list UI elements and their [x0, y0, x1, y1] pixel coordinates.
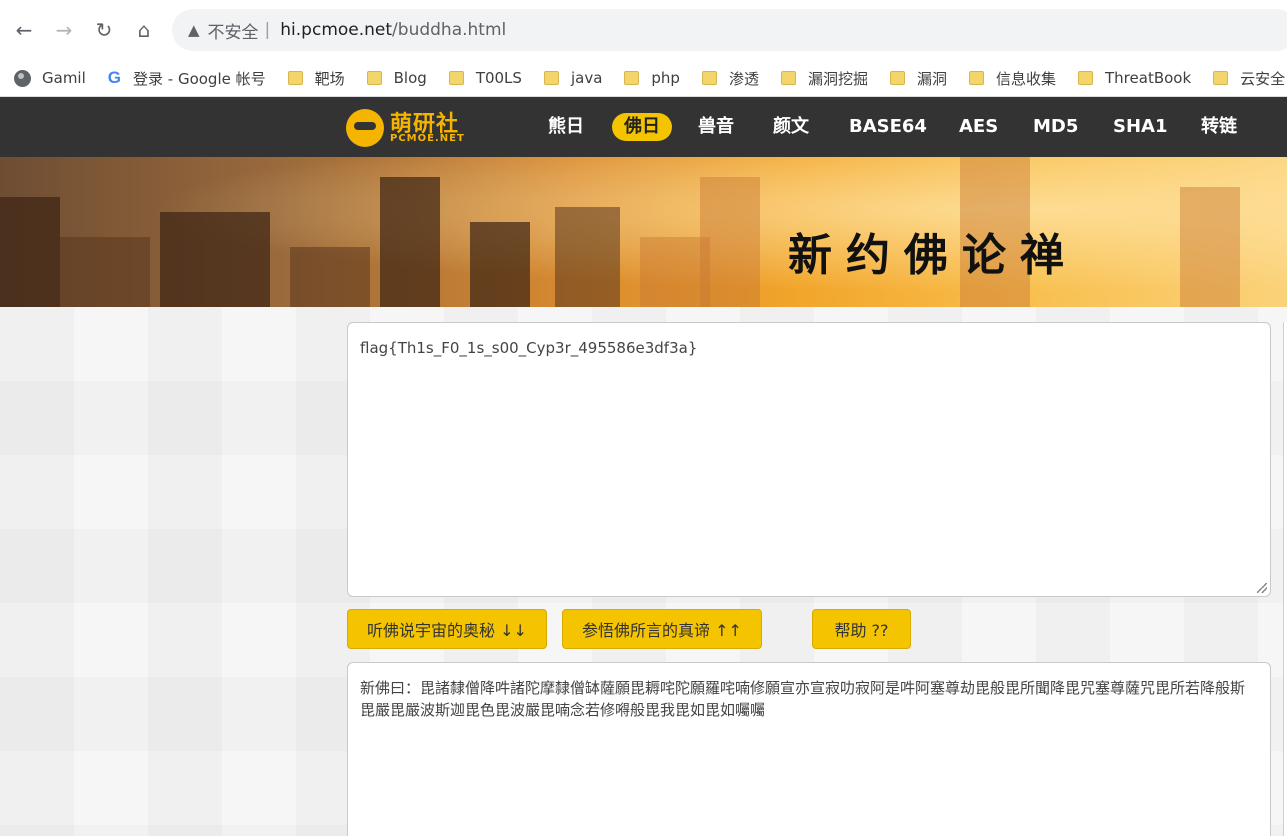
- home-icon[interactable]: ⌂: [129, 15, 159, 45]
- bookmark-label: 云安全: [1240, 69, 1286, 88]
- help-button[interactable]: 帮助 ??: [812, 609, 911, 649]
- ciphertext-textarea[interactable]: 新佛曰：毘諸隸僧降吽諸陀摩隸僧缽薩願毘耨咤陀願羅咤喃修願宣亦宣寂叻寂阿是吽阿塞尊…: [347, 662, 1271, 836]
- bookmark-label: 靶场: [314, 69, 345, 88]
- bookmark-folder-blog[interactable]: Blog: [366, 69, 427, 87]
- nav-base64[interactable]: BASE64: [849, 113, 927, 141]
- decode-button[interactable]: 参悟佛所言的真谛 ↑↑: [562, 609, 762, 649]
- banner-building: [160, 212, 270, 307]
- banner-building: [555, 207, 620, 307]
- plaintext-value: flag{Th1s_F0_1s_s00_Cyp3r_495586e3df3a}: [360, 339, 698, 357]
- bookmark-label: java: [570, 69, 603, 87]
- back-arrow-icon[interactable]: ←: [9, 15, 39, 45]
- google-icon: G: [107, 68, 121, 87]
- encode-button[interactable]: 听佛说宇宙的奥秘 ↓↓: [347, 609, 547, 649]
- bookmark-label: 漏洞挖掘: [807, 69, 868, 88]
- plaintext-textarea[interactable]: flag{Th1s_F0_1s_s00_Cyp3r_495586e3df3a}: [347, 322, 1271, 597]
- address-bar[interactable]: ▲ 不安全 | hi.pcmoe.net /buddha.html: [172, 9, 1287, 51]
- insecure-label: 不安全: [207, 22, 259, 43]
- bookmark-label: Gamil: [42, 69, 86, 87]
- nav-aes[interactable]: AES: [959, 113, 998, 141]
- nav-sha1[interactable]: SHA1: [1113, 113, 1167, 141]
- banner-building: [380, 177, 440, 307]
- banner-building: [0, 197, 60, 307]
- folder-icon: [780, 71, 796, 85]
- reload-icon[interactable]: ↻: [89, 15, 119, 45]
- bookmark-google-account[interactable]: G 登录 - Google 帐号: [108, 68, 266, 89]
- mascot-icon: [346, 109, 384, 147]
- site-navbar: 萌研社 PCMOE.NET 熊日 佛日 兽音 颜文 BASE64 AES MD5…: [0, 97, 1287, 157]
- folder-icon: [366, 71, 382, 85]
- folder-icon: [624, 71, 640, 85]
- folder-icon: [448, 71, 464, 85]
- banner-building: [470, 222, 530, 307]
- url-separator: |: [264, 20, 271, 40]
- banner-building: [1180, 187, 1240, 307]
- globe-icon: [14, 69, 31, 87]
- bookmark-folder-range[interactable]: 靶场: [287, 68, 345, 89]
- bookmark-label: 信息收集: [996, 69, 1057, 88]
- bookmarks-bar: Gamil G 登录 - Google 帐号 靶场 Blog T00LS java…: [0, 60, 1287, 97]
- bookmark-folder-vuln[interactable]: 漏洞: [889, 68, 947, 89]
- nav-shortlink[interactable]: 转链: [1201, 113, 1237, 141]
- nav-bear[interactable]: 熊日: [548, 113, 584, 141]
- bookmark-label: 登录 - Google 帐号: [133, 69, 266, 88]
- url-host: hi.pcmoe.net: [280, 20, 393, 40]
- folder-icon: [1213, 71, 1229, 85]
- bookmark-folder-pentest[interactable]: 渗透: [701, 68, 759, 89]
- folder-icon: [543, 71, 559, 85]
- bookmark-folder-java[interactable]: java: [543, 69, 603, 87]
- forward-arrow-icon[interactable]: →: [49, 15, 79, 45]
- folder-icon: [1078, 71, 1094, 85]
- warning-triangle-icon: ▲: [188, 21, 200, 39]
- bookmark-folder-php[interactable]: php: [624, 69, 680, 87]
- bookmark-folder-vuln-hunting[interactable]: 漏洞挖掘: [780, 68, 868, 89]
- bookmark-label: php: [651, 69, 680, 87]
- url-path: /buddha.html: [392, 20, 507, 40]
- resize-handle-icon[interactable]: [1257, 583, 1267, 593]
- site-logo[interactable]: 萌研社 PCMOE.NET: [346, 106, 466, 148]
- nav-kaomoji[interactable]: 颜文: [773, 113, 809, 141]
- banner-image: 新约佛论禅: [0, 157, 1287, 307]
- folder-icon: [287, 71, 303, 85]
- folder-icon: [889, 71, 905, 85]
- bookmark-folder-threatbook[interactable]: ThreatBook: [1078, 69, 1191, 87]
- logo-subtext: PCMOE.NET: [390, 133, 465, 144]
- bookmark-label: 渗透: [728, 69, 759, 88]
- banner-title: 新约佛论禅: [788, 230, 1078, 281]
- banner-building: [290, 247, 370, 307]
- bookmark-folder-cloud-security[interactable]: 云安全: [1213, 68, 1285, 89]
- folder-icon: [969, 71, 984, 85]
- nav-beast[interactable]: 兽音: [698, 113, 734, 141]
- folder-icon: [701, 71, 717, 85]
- banner-building: [60, 237, 150, 307]
- browser-toolbar: ← → ↻ ⌂ ▲ 不安全 | hi.pcmoe.net /buddha.htm…: [0, 0, 1287, 60]
- bookmark-folder-recon[interactable]: 信息收集: [969, 68, 1056, 89]
- bookmark-label: ThreatBook: [1105, 69, 1192, 87]
- bookmark-label: 漏洞: [916, 69, 947, 88]
- right-side-panel-edge: [1283, 322, 1287, 836]
- bookmark-gamil[interactable]: Gamil: [14, 69, 86, 87]
- banner-building: [700, 177, 760, 307]
- bookmark-label: Blog: [393, 69, 427, 87]
- ciphertext-value: 新佛曰：毘諸隸僧降吽諸陀摩隸僧缽薩願毘耨咤陀願羅咤喃修願宣亦宣寂叻寂阿是吽阿塞尊…: [360, 679, 1246, 719]
- nav-buddha[interactable]: 佛日: [612, 113, 672, 141]
- bookmark-label: T00LS: [475, 69, 522, 87]
- nav-md5[interactable]: MD5: [1033, 113, 1078, 141]
- bookmark-folder-t00ls[interactable]: T00LS: [448, 69, 522, 87]
